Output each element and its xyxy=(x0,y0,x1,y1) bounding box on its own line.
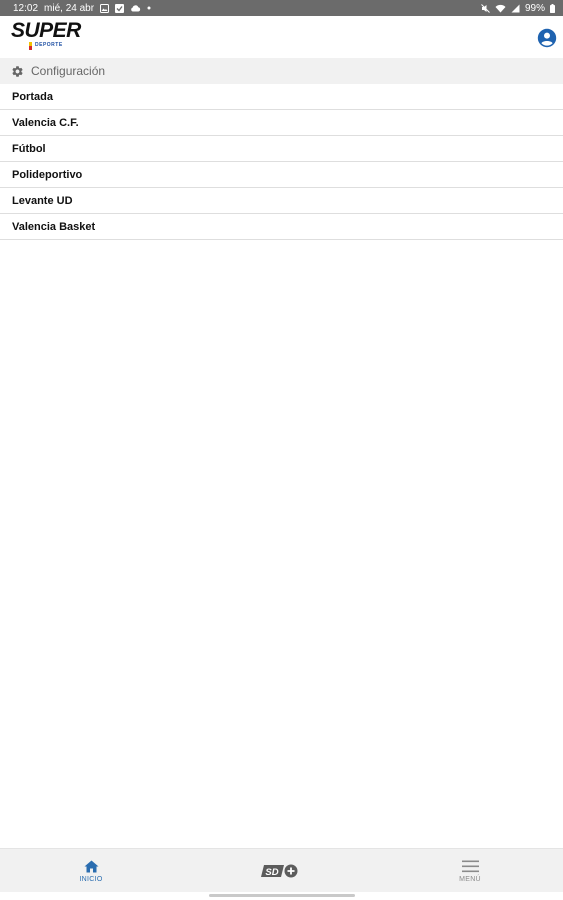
logo-subtext: DEPORTE xyxy=(35,42,63,48)
settings-row[interactable]: Configuración xyxy=(0,58,563,84)
nav-home[interactable]: INICIO xyxy=(61,849,121,893)
bottom-navigation: INICIO SD MENÚ xyxy=(0,848,563,892)
logo-flag-stripe xyxy=(29,42,32,50)
nav-home-label: INICIO xyxy=(79,875,103,883)
nav-sd-plus[interactable]: SD xyxy=(250,849,310,893)
signal-icon xyxy=(511,4,520,13)
account-button[interactable] xyxy=(536,27,557,48)
account-circle-icon xyxy=(537,28,556,47)
gesture-navigation-bar[interactable] xyxy=(209,894,355,897)
more-notifications-dot-icon xyxy=(147,6,151,10)
logo-wordmark: SUPER xyxy=(11,19,81,42)
wifi-icon xyxy=(495,4,506,13)
svg-text:SD: SD xyxy=(265,867,278,878)
section-item-valencia-cf[interactable]: Valencia C.F. xyxy=(0,110,563,136)
mute-icon xyxy=(481,3,490,13)
status-bar: 12:02 mié, 24 abr 99% xyxy=(0,0,563,16)
status-left: 12:02 mié, 24 abr xyxy=(13,3,151,14)
status-date: mié, 24 abr xyxy=(44,2,95,14)
super-deporte-logo[interactable]: SUPER DEPORTE xyxy=(11,19,91,52)
battery-icon xyxy=(550,3,555,13)
app-header: SUPER DEPORTE xyxy=(0,16,563,58)
home-icon xyxy=(84,860,98,872)
hamburger-menu-icon xyxy=(461,860,479,872)
cloud-notification-icon xyxy=(130,4,141,12)
sd-plus-logo-icon: SD xyxy=(261,864,298,878)
section-item-levante-ud[interactable]: Levante UD xyxy=(0,188,563,214)
gear-icon xyxy=(12,65,23,77)
nav-menu-label: MENÚ xyxy=(459,875,481,883)
battery-percent: 99% xyxy=(524,2,545,14)
status-right: 99% xyxy=(481,3,555,14)
image-notification-icon xyxy=(100,3,110,13)
check-notification-icon xyxy=(115,3,125,13)
section-item-futbol[interactable]: Fútbol xyxy=(0,136,563,162)
settings-label: Configuración xyxy=(31,64,106,78)
section-list: Portada Valencia C.F. Fútbol Polideporti… xyxy=(0,84,563,240)
nav-menu[interactable]: MENÚ xyxy=(440,849,500,893)
section-item-polideportivo[interactable]: Polideportivo xyxy=(0,162,563,188)
section-item-valencia-basket[interactable]: Valencia Basket xyxy=(0,214,563,240)
status-time: 12:02 xyxy=(13,2,39,14)
section-item-portada[interactable]: Portada xyxy=(0,84,563,110)
